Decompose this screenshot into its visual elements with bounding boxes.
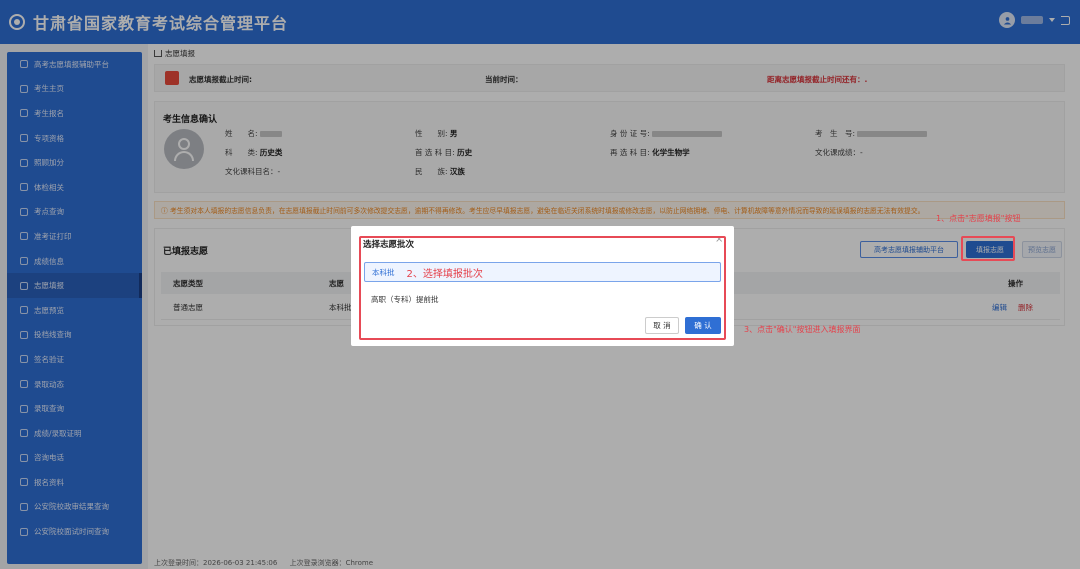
annotation-step3: 3、点击"确认"按钮进入填报界面	[744, 325, 861, 334]
annotation-step1: 1、点击"志愿填报"按钮	[936, 214, 1021, 223]
highlight-fill-button	[961, 236, 1015, 261]
highlight-dialog	[359, 236, 726, 340]
